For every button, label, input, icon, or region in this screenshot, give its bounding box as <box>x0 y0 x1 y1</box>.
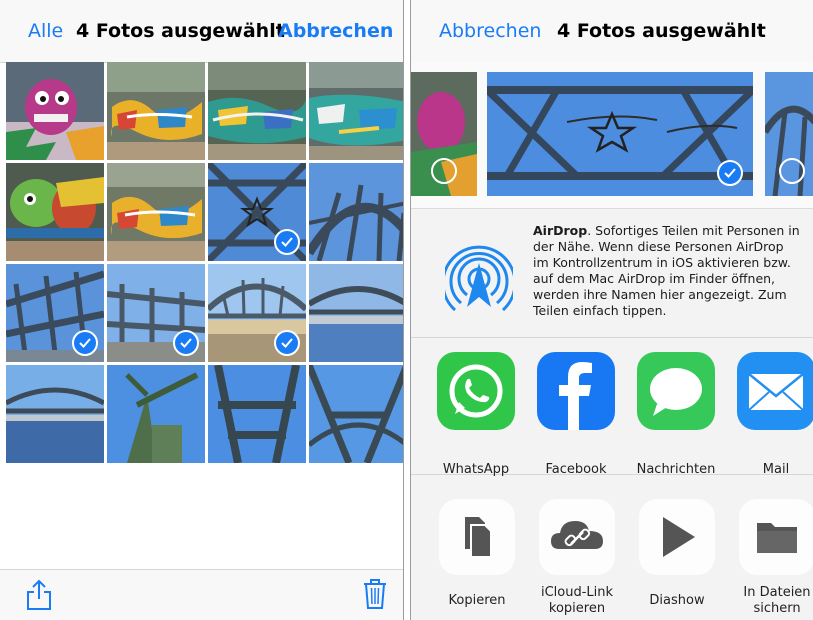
photo-thumbnail[interactable] <box>107 62 205 160</box>
photo-thumbnail[interactable] <box>208 264 306 362</box>
selected-checkmark <box>717 160 743 186</box>
app-whatsapp[interactable]: WhatsApp <box>437 352 515 477</box>
photo-preview[interactable] <box>411 72 477 196</box>
photo-thumbnail[interactable] <box>309 365 403 463</box>
photo-selection-screen: Alle 4 Fotos ausgewählt Abbrechen <box>0 0 404 620</box>
app-mail[interactable]: Mail <box>737 352 813 477</box>
unselected-circle <box>431 158 457 184</box>
selection-title: 4 Fotos ausgewählt <box>557 20 766 42</box>
icloud-link-icon <box>539 499 615 575</box>
navigation-bar: Alle 4 Fotos ausgewählt Abbrechen <box>0 0 403 63</box>
action-label: Kopieren <box>448 593 506 608</box>
airdrop-description: AirDrop. Sofortiges Teilen mit Personen … <box>533 223 801 319</box>
photo-thumbnail[interactable] <box>107 365 205 463</box>
action-label: Diashow <box>649 593 705 608</box>
navigation-bar: Abbrechen 4 Fotos ausgewählt <box>411 0 813 63</box>
airdrop-section[interactable]: AirDrop. Sofortiges Teilen mit Personen … <box>411 209 813 338</box>
action-save-files[interactable]: In Dateien sichern <box>739 499 813 616</box>
share-icon[interactable] <box>26 579 52 615</box>
photo-thumbnail[interactable] <box>309 62 403 160</box>
photo-preview[interactable] <box>765 72 813 196</box>
messages-icon <box>637 352 715 430</box>
photo-thumbnail[interactable] <box>6 62 104 160</box>
share-actions-row: Kopieren iCloud-Link kopieren Diashow In… <box>411 475 813 620</box>
copy-icon <box>439 499 515 575</box>
photo-thumbnail[interactable] <box>309 264 403 362</box>
airdrop-title: AirDrop <box>533 223 588 238</box>
selected-checkmark <box>274 330 300 356</box>
photo-thumbnail[interactable] <box>309 163 403 261</box>
airdrop-icon <box>441 233 517 317</box>
photo-thumbnail[interactable] <box>208 365 306 463</box>
selection-title: 4 Fotos ausgewählt <box>76 20 285 42</box>
mail-icon <box>737 352 813 430</box>
selected-checkmark <box>274 229 300 255</box>
selected-checkmark <box>72 330 98 356</box>
app-messages[interactable]: Nachrichten <box>637 352 715 477</box>
photo-preview[interactable] <box>487 72 753 196</box>
photo-thumbnail[interactable] <box>6 264 104 362</box>
cancel-button[interactable]: Abbrechen <box>439 20 541 42</box>
share-apps-row: WhatsApp Facebook Nachrichten Mail <box>411 338 813 477</box>
photo-thumbnail[interactable] <box>208 163 306 261</box>
photo-thumbnail[interactable] <box>208 62 306 160</box>
action-label: In Dateien sichern <box>743 585 811 616</box>
action-slideshow[interactable]: Diashow <box>639 499 715 608</box>
trash-icon[interactable] <box>362 578 388 614</box>
photo-thumbnail[interactable] <box>6 163 104 261</box>
app-facebook[interactable]: Facebook <box>537 352 615 477</box>
selected-checkmark <box>173 330 199 356</box>
photo-thumbnail[interactable] <box>107 163 205 261</box>
facebook-icon <box>537 352 615 430</box>
action-icloud-link[interactable]: iCloud-Link kopieren <box>539 499 615 616</box>
cancel-button[interactable]: Abbrechen <box>278 20 393 42</box>
unselected-circle <box>779 158 805 184</box>
play-icon <box>639 499 715 575</box>
photo-thumbnail[interactable] <box>107 264 205 362</box>
photo-thumbnail[interactable] <box>6 365 104 463</box>
action-label: iCloud-Link kopieren <box>540 585 614 616</box>
select-all-button[interactable]: Alle <box>28 20 63 42</box>
folder-icon <box>739 499 813 575</box>
bottom-toolbar <box>0 569 403 620</box>
share-sheet-screen: Abbrechen 4 Fotos ausgewählt AirDrop. So… <box>410 0 813 620</box>
action-copy[interactable]: Kopieren <box>439 499 515 608</box>
selected-photos-strip[interactable] <box>411 62 813 209</box>
whatsapp-icon <box>437 352 515 430</box>
